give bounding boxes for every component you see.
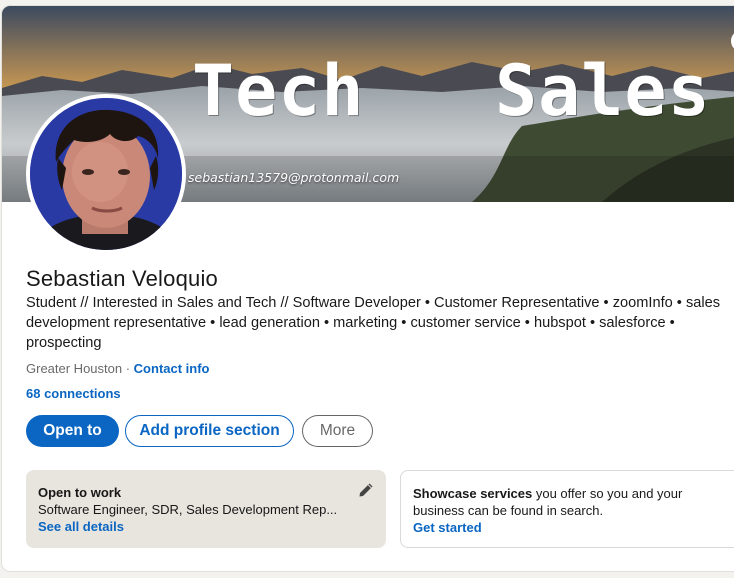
showcase-services-card[interactable]: Showcase services you offer so you and y… — [400, 470, 734, 548]
open-to-work-title: Open to work — [38, 485, 122, 500]
location-row: Greater Houston · Contact info — [26, 361, 210, 376]
profile-location: Greater Houston — [26, 361, 123, 376]
profile-photo-image — [30, 98, 182, 250]
open-to-button[interactable]: Open to — [26, 415, 119, 447]
banner-word-sales: Sales — [495, 50, 711, 132]
profile-card: Tech Sales sebastian13579@protonmail.com… — [2, 6, 734, 571]
get-started-link[interactable]: Get started — [413, 519, 734, 537]
profile-headline: Student // Interested in Sales and Tech … — [26, 295, 721, 351]
more-button[interactable]: More — [302, 415, 373, 447]
contact-info-link[interactable]: Contact info — [134, 361, 210, 376]
see-all-details-link[interactable]: See all details — [38, 518, 374, 536]
banner-email: sebastian13579@protonmail.com — [188, 170, 400, 185]
profile-photo-avatar[interactable] — [26, 94, 186, 254]
profile-name: Sebastian Veloquio — [26, 266, 218, 291]
pencil-icon[interactable] — [358, 482, 374, 498]
add-profile-section-button[interactable]: Add profile section — [125, 415, 294, 447]
open-to-work-card[interactable]: Open to work Software Engineer, SDR, Sal… — [26, 470, 386, 548]
location-separator: · — [122, 361, 134, 376]
banner-word-tech: Tech — [192, 50, 365, 132]
showcase-services-bold: Showcase services — [413, 486, 533, 501]
showcase-services-text: Showcase services you offer so you and y… — [413, 485, 713, 519]
connections-link[interactable]: 68 connections — [26, 386, 121, 401]
open-to-work-roles: Software Engineer, SDR, Sales Developmen… — [38, 502, 338, 517]
